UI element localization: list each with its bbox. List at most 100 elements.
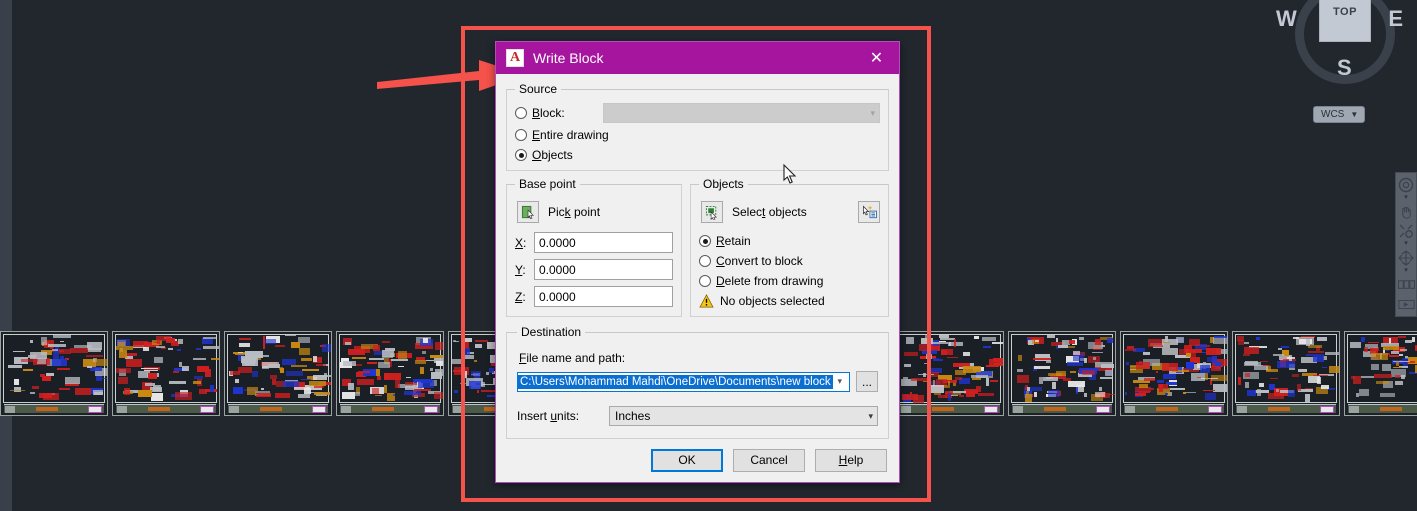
quick-select-button[interactable]: [858, 201, 880, 223]
drawing-thumbnail[interactable]: [1344, 331, 1417, 416]
insert-units-label: Insert units:: [517, 409, 580, 423]
radio-label-retain: Retain: [716, 234, 751, 248]
drawing-thumbnail[interactable]: [1232, 331, 1340, 416]
pick-point-label: Pick point: [548, 205, 601, 219]
base-point-y-label: Y:: [515, 262, 526, 277]
base-point-x-input[interactable]: 0.0000: [534, 232, 673, 253]
chevron-down-icon: ▾: [868, 410, 873, 421]
thumbnail-title-block: [1348, 404, 1417, 413]
compass-west-label[interactable]: W: [1276, 6, 1297, 32]
zoom-chevron-icon[interactable]: ▾: [1404, 240, 1408, 248]
left-edge-panel: [0, 0, 12, 511]
thumbnail-sheet: [899, 334, 1003, 404]
radio-label-entire-drawing: Entire drawing: [532, 128, 609, 142]
showmotion-play-icon[interactable]: [1397, 295, 1415, 313]
objects-legend: Objects: [703, 177, 744, 191]
source-legend: Source: [519, 82, 558, 96]
drawing-thumbnail[interactable]: [336, 331, 444, 416]
orbit-icon[interactable]: [1397, 249, 1415, 267]
destination-group: Destination File name and path: C:\Users…: [506, 325, 889, 439]
thumbnail-sheet: [3, 334, 107, 403]
chevron-down-icon[interactable]: ▾: [837, 376, 845, 387]
autocad-logo-icon: A: [506, 49, 524, 67]
help-button[interactable]: Help: [815, 448, 887, 472]
pan-icon[interactable]: [1397, 203, 1415, 221]
steering-wheels-chevron-icon[interactable]: ▾: [1404, 194, 1408, 202]
radio-indicator: [515, 129, 527, 141]
base-point-z-input[interactable]: 0.0000: [534, 286, 673, 307]
drawing-thumbnail[interactable]: [112, 331, 220, 416]
base-point-z-value: 0.0000: [539, 289, 576, 304]
objects-status-text: No objects selected: [720, 294, 825, 308]
thumbnail-title-block: [228, 404, 328, 413]
radio-source-block[interactable]: Block:: [515, 104, 593, 122]
insert-units-dropdown[interactable]: Inches ▾: [609, 406, 878, 426]
objects-group: Objects Select objects Retain Convert to…: [690, 177, 889, 317]
dialog-title-bar[interactable]: A Write Block ✕: [496, 42, 899, 74]
drawing-thumbnail[interactable]: [1120, 331, 1228, 416]
write-block-dialog[interactable]: A Write Block ✕ Source Block: ▾ Entire d…: [495, 41, 900, 483]
warning-icon: [699, 294, 714, 308]
radio-convert-to-block[interactable]: Convert to block: [699, 252, 880, 270]
radio-source-entire-drawing[interactable]: Entire drawing: [515, 126, 880, 144]
wcs-label: WCS: [1321, 109, 1345, 120]
autocad-logo-letter: A: [509, 50, 521, 65]
thumbnail-sheet: [1123, 334, 1227, 403]
thumbnail-sheet: [115, 334, 219, 403]
radio-label-delete-from-drawing: Delete from drawing: [716, 274, 824, 288]
compass-south-label[interactable]: S: [1337, 55, 1352, 81]
radio-indicator: [699, 275, 711, 287]
file-path-combo[interactable]: C:\Users\Mohammad Mahdi\OneDrive\Documen…: [517, 371, 850, 392]
cancel-button[interactable]: Cancel: [733, 448, 805, 472]
pick-point-button[interactable]: [517, 201, 539, 223]
thumbnail-sheet: [1235, 334, 1339, 403]
select-objects-button[interactable]: [701, 201, 723, 223]
viewcube-top-face[interactable]: TOP: [1319, 0, 1371, 42]
showmotion-icon[interactable]: [1397, 276, 1415, 294]
dialog-title: Write Block: [533, 50, 604, 66]
base-point-z-label: Z:: [515, 289, 526, 304]
wcs-dropdown[interactable]: WCS ▼: [1313, 106, 1366, 123]
radio-label-convert-to-block: Convert to block: [716, 254, 803, 268]
pick-point-icon: [521, 205, 534, 219]
thumbnail-title-block: [4, 404, 104, 413]
drawing-thumbnail[interactable]: [0, 331, 108, 416]
source-group: Source Block: ▾ Entire drawing Objects: [506, 82, 889, 171]
radio-label-objects: Objects: [532, 148, 573, 162]
base-point-x-value: 0.0000: [539, 235, 576, 250]
drawing-thumbnail[interactable]: [224, 331, 332, 416]
file-name-label: File name and path:: [519, 351, 626, 365]
orbit-chevron-icon[interactable]: ▾: [1404, 267, 1408, 275]
base-point-group: Base point Pick point X: 0.0000 Y: 0.000…: [506, 177, 682, 317]
select-objects-icon: [705, 205, 717, 220]
destination-legend: Destination: [521, 325, 582, 339]
compass-east-label[interactable]: E: [1388, 6, 1403, 32]
radio-label-block: Block:: [532, 106, 565, 120]
close-icon[interactable]: ✕: [854, 42, 899, 74]
radio-indicator: [515, 149, 527, 161]
block-name-dropdown[interactable]: ▾: [603, 103, 880, 123]
base-point-y-input[interactable]: 0.0000: [534, 259, 673, 280]
file-path-value: C:\Users\Mohammad Mahdi\OneDrive\Documen…: [518, 374, 833, 389]
radio-source-objects[interactable]: Objects: [515, 146, 880, 164]
thumbnail-title-block: [900, 404, 1000, 413]
radio-retain[interactable]: Retain: [699, 232, 880, 250]
thumbnail-title-block: [340, 404, 440, 413]
zoom-extents-icon[interactable]: [1397, 222, 1415, 240]
viewcube[interactable]: TOP W E S WCS ▼: [1273, 0, 1403, 123]
navigation-bar[interactable]: ▾ ▾ ▾: [1395, 172, 1417, 317]
browse-button[interactable]: ...: [856, 371, 878, 392]
thumbnail-title-block: [1012, 404, 1112, 413]
dialog-footer: OK Cancel Help: [496, 438, 899, 482]
radio-delete-from-drawing[interactable]: Delete from drawing: [699, 272, 880, 290]
radio-indicator: [515, 107, 527, 119]
drawing-thumbnail[interactable]: [1008, 331, 1116, 416]
quick-select-icon: [862, 205, 877, 218]
steering-wheels-icon[interactable]: [1397, 176, 1415, 194]
thumbnail-sheet: [339, 334, 443, 403]
drawing-thumbnail[interactable]: [896, 331, 1004, 416]
chevron-down-icon: ▾: [870, 107, 875, 118]
ok-button[interactable]: OK: [651, 448, 723, 472]
radio-indicator: [699, 255, 711, 267]
thumbnail-sheet: [1011, 334, 1115, 403]
